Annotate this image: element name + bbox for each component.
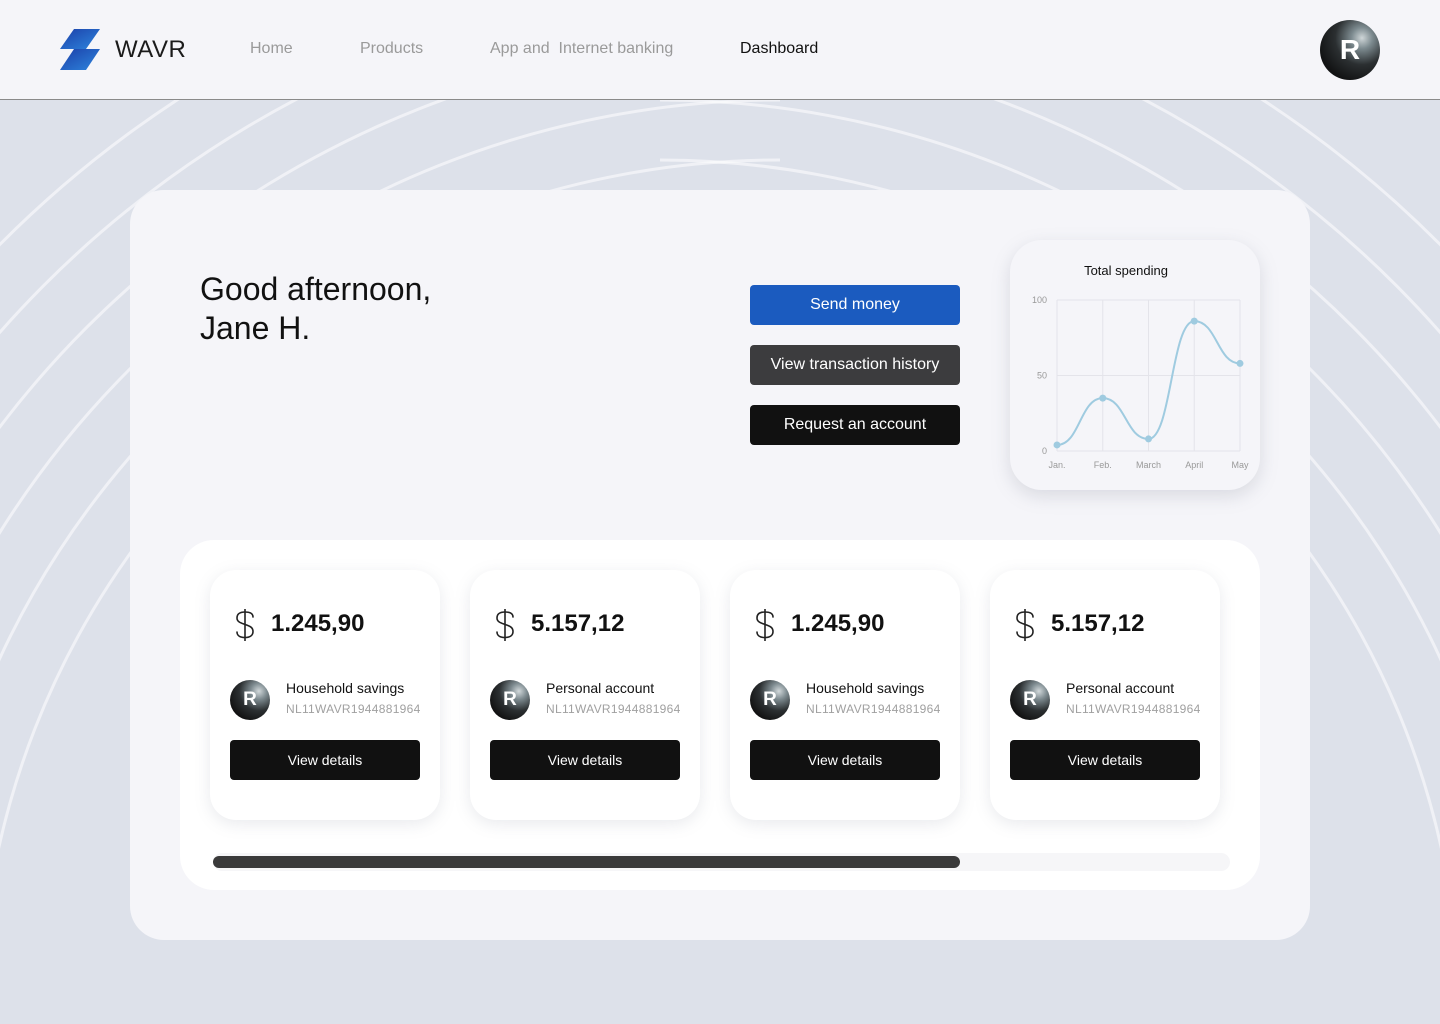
view-transaction-history-button[interactable]: View transaction history xyxy=(750,345,960,385)
account-iban: NL11WAVR1944881964 xyxy=(1066,702,1201,716)
chart-x-tick-label: Feb. xyxy=(1094,460,1112,470)
dashboard-card: Good afternoon, Jane H. Send money View … xyxy=(130,190,1310,940)
account-name: Personal account xyxy=(1066,680,1175,696)
chart-y-tick-label: 50 xyxy=(1037,371,1047,381)
account-iban: NL11WAVR1944881964 xyxy=(546,702,681,716)
accounts-scrollbar[interactable] xyxy=(213,853,1230,871)
account-iban: NL11WAVR1944881964 xyxy=(806,702,941,716)
nav-item-dashboard[interactable]: Dashboard xyxy=(740,40,818,58)
accounts-panel: 1.245,90 R Household savings NL11WAVR194488… xyxy=(180,540,1260,890)
chart-data-point xyxy=(1145,435,1152,443)
dollar-icon xyxy=(496,609,514,641)
wavr-logo-icon xyxy=(60,29,100,70)
account-card: 1.245,90 R Household savings NL11WAVR194488… xyxy=(210,570,440,820)
account-avatar-initial: R xyxy=(243,689,257,710)
user-avatar-initial: R xyxy=(1339,34,1361,65)
chart-data-point xyxy=(1053,441,1061,449)
account-avatar: R xyxy=(490,680,530,720)
greeting-user-name: Jane H. xyxy=(200,310,311,346)
greeting-line: Good afternoon, xyxy=(200,271,432,307)
view-details-button[interactable]: View details xyxy=(1010,740,1200,780)
account-avatar-initial: R xyxy=(1023,689,1037,710)
user-avatar[interactable]: R xyxy=(1320,20,1380,80)
account-name: Household savings xyxy=(806,680,925,696)
account-card: 5.157,12 R Personal account NL11WAVR1944881… xyxy=(470,570,700,820)
chart-data-point xyxy=(1190,317,1198,325)
account-avatar: R xyxy=(1010,680,1050,720)
account-card: 1.245,90 R Household savings NL11WAVR194488… xyxy=(730,570,960,820)
brand-logo[interactable]: WAVR xyxy=(60,29,186,70)
scrollbar-thumb[interactable] xyxy=(213,856,960,868)
nav-item-home[interactable]: Home xyxy=(250,40,293,58)
account-avatar: R xyxy=(750,680,790,720)
dollar-icon xyxy=(1016,609,1034,641)
dollar-icon xyxy=(236,609,254,641)
greeting-heading: Good afternoon, Jane H. xyxy=(200,270,431,348)
chart-x-tick-label: Jan. xyxy=(1048,460,1065,470)
account-balance: 1.245,90 xyxy=(791,610,885,637)
view-details-button[interactable]: View details xyxy=(490,740,680,780)
chart-x-tick-label: April xyxy=(1185,460,1203,470)
account-avatar-initial: R xyxy=(503,689,517,710)
chart-title: Total spending xyxy=(1084,263,1168,278)
account-avatar: R xyxy=(230,680,270,720)
account-balance: 1.245,90 xyxy=(271,610,365,637)
total-spending-chart: Total spending 0 50 100 Jan. Feb. March April Ma… xyxy=(1032,263,1249,470)
dollar-icon xyxy=(756,609,774,641)
brand-name: WAVR xyxy=(115,35,187,63)
chart-y-tick-label: 100 xyxy=(1032,295,1047,305)
nav-item-products[interactable]: Products xyxy=(360,40,423,58)
chart-x-tick-label: May xyxy=(1231,460,1249,470)
request-account-button[interactable]: Request an account xyxy=(750,405,960,445)
account-balance: 5.157,12 xyxy=(531,610,625,637)
total-spending-chart-card: Total spending 0 50 100 Jan. Feb. March April Ma… xyxy=(1010,240,1260,490)
account-name: Household savings xyxy=(286,680,405,696)
view-details-button[interactable]: View details xyxy=(750,740,940,780)
nav-item-app-internet-banking[interactable]: App and Internet banking xyxy=(490,40,673,58)
account-balance: 5.157,12 xyxy=(1051,610,1145,637)
chart-data-point xyxy=(1236,359,1244,367)
account-card: 5.157,12 R Personal account NL11WAVR1944881… xyxy=(990,570,1220,820)
chart-y-tick-label: 0 xyxy=(1042,446,1047,456)
account-iban: NL11WAVR1944881964 xyxy=(286,702,421,716)
top-navigation-bar: WAVR Home Products App and Internet bank… xyxy=(0,0,1440,100)
account-avatar-initial: R xyxy=(763,689,777,710)
view-details-button[interactable]: View details xyxy=(230,740,420,780)
chart-data-point xyxy=(1099,394,1107,402)
account-name: Personal account xyxy=(546,680,655,696)
chart-x-tick-label: March xyxy=(1136,460,1161,470)
send-money-button[interactable]: Send money xyxy=(750,285,960,325)
